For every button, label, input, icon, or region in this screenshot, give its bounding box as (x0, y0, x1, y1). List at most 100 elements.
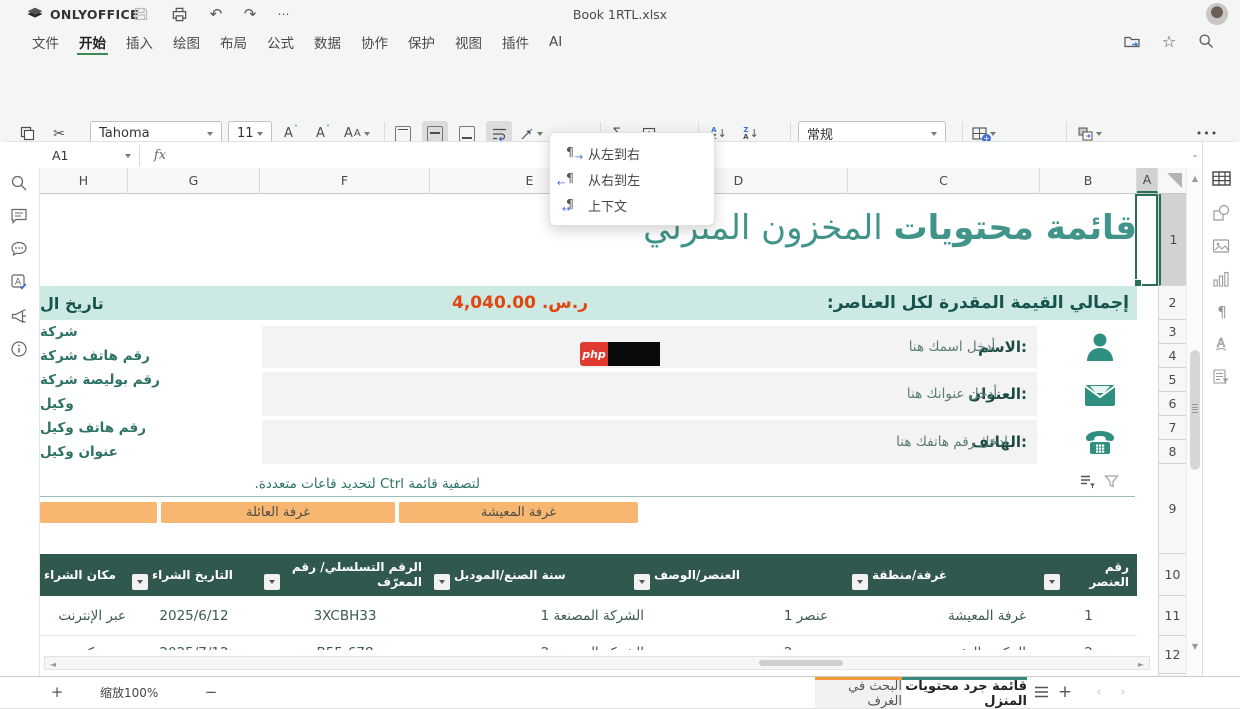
filter-dropdown-icon[interactable] (852, 574, 868, 590)
scroll-right-icon[interactable]: ► (1135, 658, 1147, 670)
row-header[interactable]: 7 (1159, 416, 1186, 440)
address-field-row[interactable]: العنوان: أدخل عنوانك هنا (262, 372, 1037, 416)
slicer-clear-filter-icon[interactable] (1104, 474, 1119, 489)
row-header[interactable]: 5 (1159, 368, 1186, 392)
horizontal-scrollbar[interactable]: ◄ ► (40, 650, 1158, 676)
row-headers[interactable]: 1 2 3 4 5 6 7 8 9 10 11 12 (1158, 194, 1186, 676)
column-header-b[interactable]: B (1040, 168, 1137, 193)
column-header-a-selected[interactable]: A (1137, 168, 1158, 193)
total-band[interactable]: إجمالي القيمة المقدرة لكل العناصر: ر.س. … (40, 286, 1137, 320)
tab-view[interactable]: 视图 (445, 28, 492, 56)
row-header[interactable]: 3 (1159, 320, 1186, 344)
zoom-level-label[interactable]: 缩放100% (100, 677, 158, 708)
header-year-model[interactable]: سنة الصنع/الموديل (430, 554, 630, 596)
tab-data[interactable]: 数据 (304, 28, 351, 56)
redo-button[interactable]: ↷ (240, 4, 260, 24)
filter-dropdown-icon[interactable] (264, 574, 280, 590)
row-header[interactable]: 11 (1159, 596, 1186, 636)
row-header[interactable]: 6 (1159, 392, 1186, 416)
open-file-location-button[interactable] (1122, 31, 1142, 51)
row-header-1-selected[interactable]: 1 (1159, 194, 1186, 286)
search-icon[interactable] (10, 174, 30, 194)
slicer-settings-icon[interactable] (1212, 368, 1232, 388)
sheet-tab-search-rooms[interactable]: البحث في الغرف (815, 677, 902, 708)
favorite-star-icon[interactable]: ☆ (1159, 31, 1179, 51)
shape-settings-icon[interactable] (1212, 204, 1232, 224)
menu-item-context[interactable]: ¶↔ 上下文 (550, 192, 714, 218)
sheet-list-button[interactable] (1030, 681, 1052, 703)
header-item-description[interactable]: العنصر/الوصف (630, 554, 848, 596)
save-button[interactable] (131, 4, 151, 24)
column-header-f[interactable]: F (260, 168, 430, 193)
slicer-button-cut[interactable] (40, 502, 157, 523)
sheet-grid[interactable]: قائمة محتويات المخزون المنزلي إجمالي الق… (40, 194, 1158, 676)
prev-sheet-button[interactable]: ‹ (1088, 681, 1110, 703)
tab-plugins[interactable]: 插件 (492, 28, 539, 56)
scroll-up-icon[interactable]: ▲ (1189, 172, 1201, 184)
column-header-g[interactable]: G (128, 168, 260, 193)
column-header-c[interactable]: C (848, 168, 1040, 193)
row-header[interactable]: 4 (1159, 344, 1186, 368)
phone-field-row[interactable]: الهاتف: ادخل رقم هاتفك هنا (262, 420, 1037, 464)
comments-icon[interactable] (10, 207, 30, 227)
horizontal-scroll-thumb[interactable] (759, 660, 843, 666)
column-header-h[interactable]: H (40, 168, 128, 193)
filter-dropdown-icon[interactable] (434, 574, 450, 590)
header-item-number[interactable]: رقم العنصر (1040, 554, 1137, 596)
spellcheck-icon[interactable]: A (10, 273, 30, 293)
header-purchase-place[interactable]: مكان الشراء (40, 554, 128, 596)
sheet-tab-home-inventory[interactable]: قائمة جرد محتويات المنزل (902, 677, 1027, 708)
tab-file[interactable]: 文件 (22, 28, 69, 56)
text-art-settings-icon[interactable]: A (1212, 335, 1232, 355)
row-header[interactable]: 2 (1159, 286, 1186, 320)
quick-access-more-button[interactable]: ⋯ (274, 4, 294, 24)
image-settings-icon[interactable] (1212, 237, 1232, 257)
slicer-button-living-room[interactable]: غرفة المعيشة (399, 502, 638, 523)
next-sheet-button[interactable]: › (1112, 681, 1134, 703)
cell-room[interactable]: غرفة المعيشة (848, 596, 1040, 636)
print-button[interactable] (169, 4, 189, 24)
cell-settings-icon[interactable] (1212, 170, 1232, 190)
tab-ai[interactable]: AI (539, 28, 572, 56)
tab-layout[interactable]: 布局 (210, 28, 257, 56)
row-header[interactable]: 10 (1159, 554, 1186, 596)
header-room-area[interactable]: غرفة/منطقة (848, 554, 1040, 596)
cell-manufacturer[interactable]: الشركة المصنعة 1 (430, 596, 648, 636)
filter-dropdown-icon[interactable] (1044, 574, 1060, 590)
horizontal-scroll-track[interactable]: ◄ ► (44, 656, 1150, 670)
tab-home[interactable]: 开始 (69, 28, 116, 56)
scroll-left-icon[interactable]: ◄ (47, 658, 59, 670)
filter-dropdown-icon[interactable] (634, 574, 650, 590)
vertical-scroll-thumb[interactable] (1190, 350, 1200, 470)
expand-formula-bar-button[interactable]: ⌄ (1188, 146, 1202, 164)
header-serial-id[interactable]: الرقم التسلسلي/ رقم المعرّف (260, 554, 430, 596)
cell-item[interactable]: عنصر 1 (630, 596, 848, 636)
tab-draw[interactable]: 绘图 (163, 28, 210, 56)
chat-icon[interactable] (10, 240, 30, 260)
zoom-out-button[interactable]: − (200, 681, 222, 703)
paragraph-settings-icon[interactable]: ¶ (1212, 302, 1232, 322)
header-purchase-date[interactable]: التاريخ الشراء (128, 554, 260, 596)
undo-button[interactable]: ↶ (206, 4, 226, 24)
cell-name-box[interactable]: A1 (44, 145, 140, 166)
row-header[interactable]: 9 (1159, 464, 1186, 554)
selected-cell-a1[interactable] (1135, 194, 1158, 286)
scroll-down-icon[interactable]: ▼ (1189, 640, 1201, 652)
fx-icon[interactable]: fx (148, 145, 172, 166)
zoom-in-button[interactable]: + (46, 681, 68, 703)
menu-item-rtl[interactable]: ¶← 从右到左 (550, 166, 714, 192)
cell-date[interactable]: 2025/6/12 (128, 596, 260, 636)
tab-protection[interactable]: 保护 (398, 28, 445, 56)
menu-item-ltr[interactable]: ¶→ 从左到右 (550, 140, 714, 166)
tab-insert[interactable]: 插入 (116, 28, 163, 56)
slicer-multiselect-icon[interactable] (1080, 474, 1096, 489)
row-header[interactable]: 12 (1159, 636, 1186, 674)
search-button[interactable] (1196, 31, 1216, 51)
about-info-icon[interactable] (10, 340, 30, 360)
slicer-button-family-room[interactable]: غرفة العائلة (161, 502, 395, 523)
vertical-scrollbar[interactable]: ▲ ▼ (1186, 168, 1202, 676)
feedback-icon[interactable] (10, 307, 30, 327)
tab-formula[interactable]: 公式 (257, 28, 304, 56)
cell-serial[interactable]: 3XCBH33 (260, 596, 430, 636)
table-row[interactable]: 1 غرفة المعيشة عنصر 1 الشركة المصنعة 1 3… (40, 596, 1137, 636)
